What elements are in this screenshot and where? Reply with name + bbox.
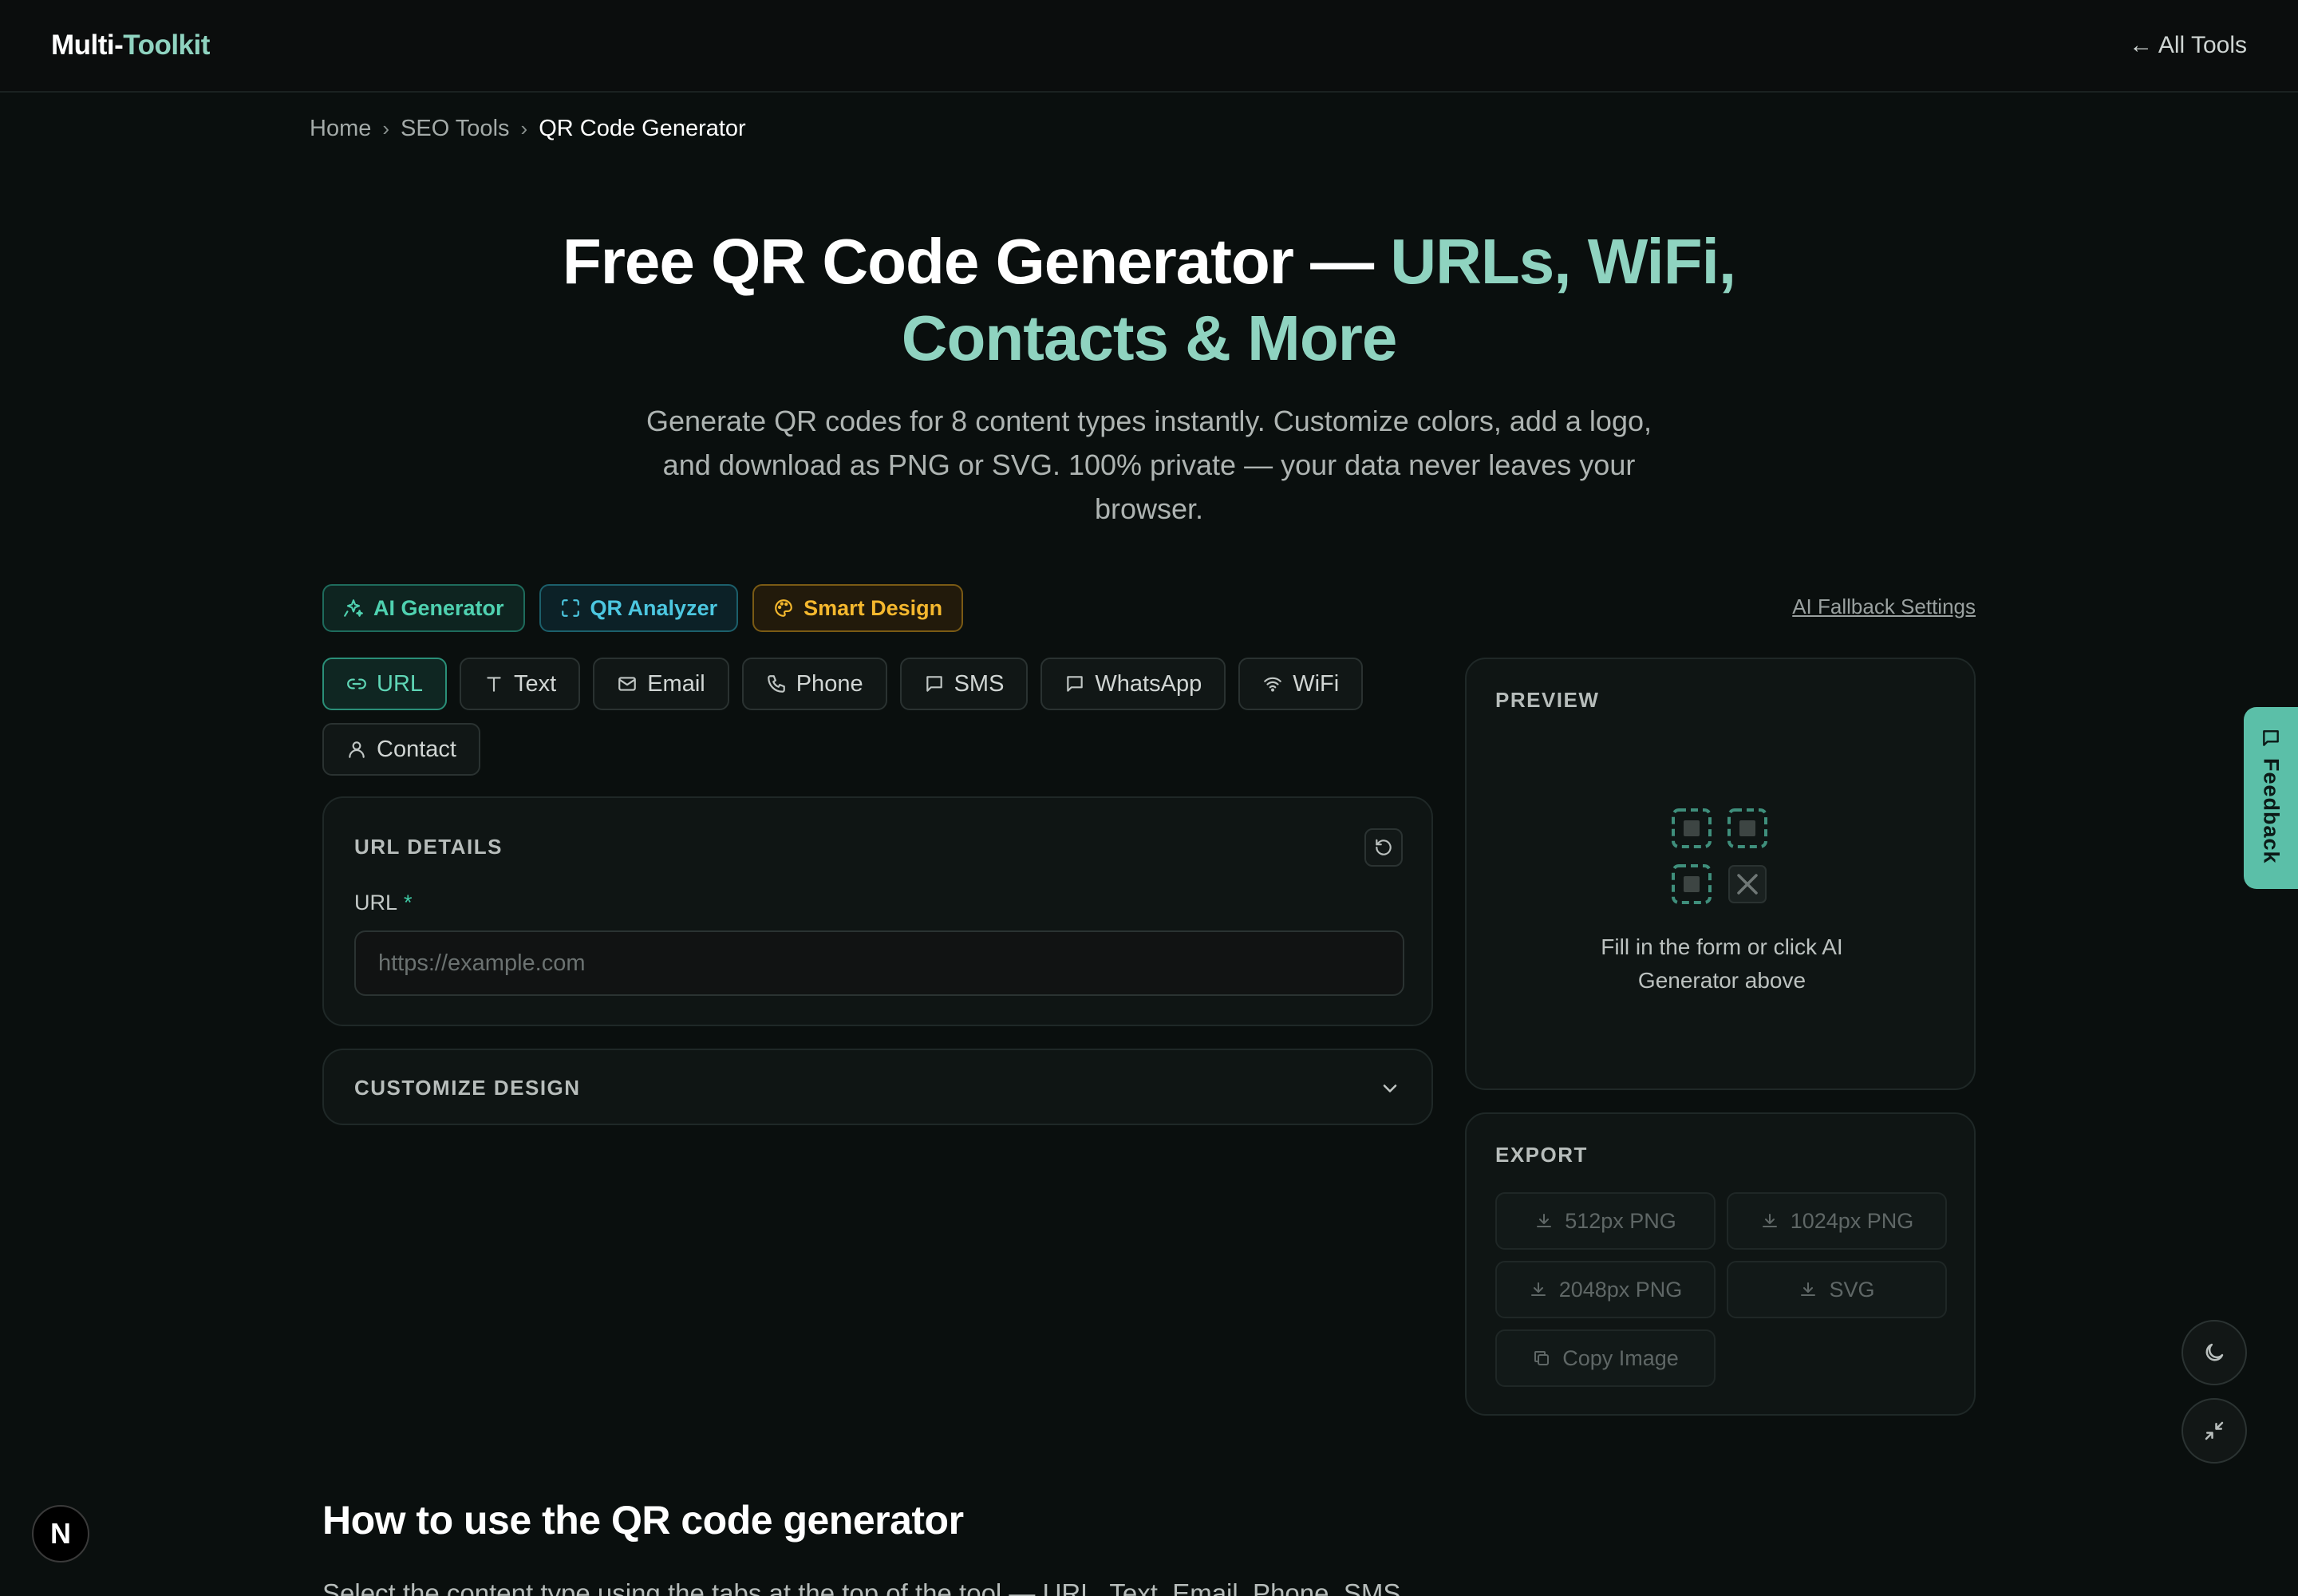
tab-email[interactable]: Email — [593, 658, 729, 710]
tab-url-label: URL — [377, 670, 424, 697]
page-title-green-2: Contacts & More — [901, 302, 1398, 373]
wifi-icon — [1264, 677, 1282, 692]
preview-card: PREVIEW Fill in the form or click AI Gen… — [1465, 658, 1976, 1090]
feature-chips: AI Generator QR Analyzer Smart Design — [322, 584, 964, 632]
preview-empty-message: Fill in the form or click AI Generator a… — [1601, 934, 1843, 993]
page-title-white: Free QR Code Generator — — [562, 226, 1391, 297]
howto-text: Select the content type using the tabs a… — [322, 1578, 1408, 1596]
phone-icon — [767, 675, 785, 693]
message-icon — [926, 676, 942, 692]
reset-icon — [1376, 839, 1392, 855]
preview-title: PREVIEW — [1495, 688, 1600, 712]
brand-logo[interactable]: Multi-Toolkit — [51, 30, 210, 61]
tab-contact[interactable]: Contact — [322, 723, 480, 776]
url-details-title: URL DETAILS — [354, 835, 503, 859]
tab-phone-label: Phone — [796, 670, 863, 697]
export-2048-png-button[interactable]: 2048px PNG — [1495, 1261, 1716, 1318]
qr-analyzer-button[interactable]: QR Analyzer — [539, 584, 739, 632]
top-bar: Multi-Toolkit ← All Tools — [0, 0, 2298, 93]
minimize-icon — [2205, 1421, 2224, 1440]
page-title-green-1: URLs, WiFi, — [1390, 226, 1736, 297]
export-card: EXPORT 512px PNG 1024px PNG 2048px PNG S… — [1465, 1112, 1976, 1416]
tab-text[interactable]: Text — [460, 658, 581, 710]
tab-whatsapp-label: WhatsApp — [1095, 670, 1202, 697]
brand-name-part1: Multi- — [51, 30, 124, 61]
copy-icon — [1534, 1351, 1550, 1365]
smart-design-label: Smart Design — [804, 595, 943, 620]
tab-sms-label: SMS — [954, 670, 1005, 697]
url-input[interactable] — [354, 930, 1404, 996]
tab-text-label: Text — [514, 670, 557, 697]
feedback-label: Feedback — [2259, 758, 2284, 864]
export-512-label: 512px PNG — [1565, 1208, 1676, 1233]
content-type-tabs: URL Text Email Phone SMS WhatsApp WiFi C… — [322, 658, 1439, 776]
ai-fallback-settings-link[interactable]: AI Fallback Settings — [1792, 595, 1976, 619]
qr-placeholder-icon — [1672, 808, 1767, 904]
breadcrumb-separator: › — [382, 116, 390, 140]
export-1024-label: 1024px PNG — [1790, 1208, 1914, 1233]
tab-email-label: Email — [647, 670, 705, 697]
collapse-button[interactable] — [2182, 1398, 2247, 1464]
breadcrumb-separator: › — [520, 116, 528, 140]
theme-toggle-button[interactable] — [2182, 1320, 2247, 1385]
page-title: Free QR Code Generator — URLs, WiFi, Con… — [0, 223, 2298, 377]
brand-name-part2: Toolkit — [123, 30, 210, 61]
page-subtitle: Generate QR codes for 8 content types in… — [646, 405, 1652, 525]
feedback-icon — [2263, 730, 2279, 746]
export-svg-label: SVG — [1829, 1277, 1875, 1302]
reset-button[interactable] — [1364, 828, 1403, 867]
all-tools-link[interactable]: ← All Tools — [2129, 32, 2247, 59]
copy-image-label: Copy Image — [1562, 1345, 1679, 1370]
export-1024-png-button[interactable]: 1024px PNG — [1727, 1192, 1947, 1250]
palette-icon — [775, 599, 792, 617]
breadcrumb-seo-tools[interactable]: SEO Tools — [401, 116, 509, 142]
tab-sms[interactable]: SMS — [899, 658, 1029, 710]
export-svg-button[interactable]: SVG — [1727, 1261, 1947, 1318]
download-icon — [1537, 1214, 1552, 1227]
nextjs-badge[interactable]: N — [32, 1505, 89, 1562]
url-field-label-text: URL — [354, 891, 398, 915]
tab-whatsapp[interactable]: WhatsApp — [1040, 658, 1226, 710]
copy-image-button[interactable]: Copy Image — [1495, 1329, 1716, 1387]
moon-icon — [2205, 1343, 2224, 1361]
required-marker: * — [404, 891, 413, 915]
chevron-down-icon — [1383, 1084, 1397, 1092]
sparkle-icon — [344, 599, 363, 617]
url-field-label: URL * — [354, 891, 413, 915]
user-icon — [349, 741, 365, 758]
link-icon — [347, 678, 366, 689]
tab-wifi-label: WiFi — [1293, 670, 1340, 697]
breadcrumb: Home › SEO Tools › QR Code Generator — [310, 113, 746, 144]
scan-icon — [561, 599, 579, 617]
tab-phone[interactable]: Phone — [741, 658, 887, 710]
export-2048-label: 2048px PNG — [1558, 1277, 1683, 1302]
tab-url[interactable]: URL — [322, 658, 448, 710]
breadcrumb-home[interactable]: Home — [310, 116, 371, 142]
url-details-card: URL DETAILS URL * — [322, 796, 1433, 1026]
breadcrumb-current: QR Code Generator — [539, 115, 746, 141]
feedback-tab[interactable]: Feedback — [2244, 707, 2298, 889]
chat-icon — [1067, 676, 1084, 692]
customize-design-section[interactable]: CUSTOMIZE DESIGN — [322, 1049, 1433, 1125]
ai-generator-button[interactable]: AI Generator — [322, 584, 525, 632]
ai-generator-label: AI Generator — [373, 595, 504, 620]
howto-heading: How to use the QR code generator — [322, 1498, 964, 1543]
qr-analyzer-label: QR Analyzer — [590, 595, 718, 620]
customize-design-title: CUSTOMIZE DESIGN — [354, 1076, 581, 1100]
mail-icon — [618, 677, 637, 691]
export-title: EXPORT — [1495, 1143, 1588, 1167]
tab-wifi[interactable]: WiFi — [1238, 658, 1364, 710]
download-icon — [1762, 1214, 1777, 1227]
smart-design-button[interactable]: Smart Design — [752, 584, 964, 632]
text-icon — [487, 677, 501, 692]
tab-contact-label: Contact — [377, 736, 456, 762]
download-icon — [1530, 1282, 1546, 1296]
export-512-png-button[interactable]: 512px PNG — [1495, 1192, 1716, 1250]
download-icon — [1801, 1282, 1816, 1296]
